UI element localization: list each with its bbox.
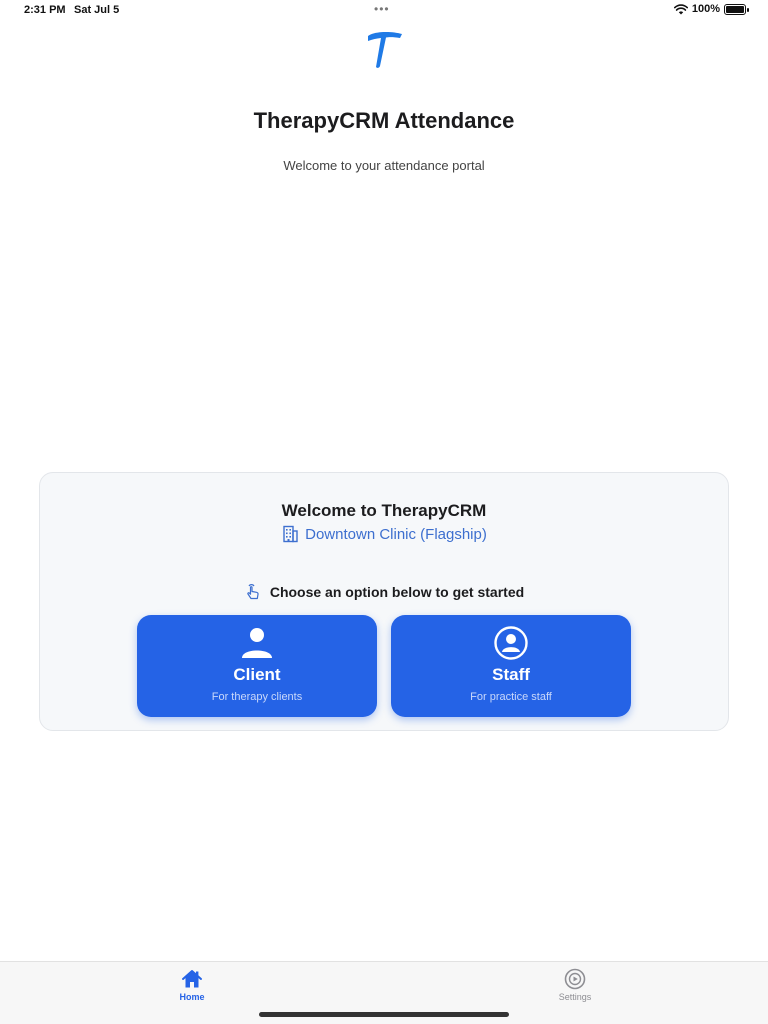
hand-tap-icon — [247, 584, 259, 600]
battery-percentage: 100% — [691, 3, 720, 15]
staff-button-label: Staff — [492, 665, 530, 684]
tab-home[interactable]: Home — [152, 968, 232, 1008]
client-button[interactable]: Client For therapy clients — [137, 615, 377, 717]
tab-settings[interactable]: Settings — [535, 968, 615, 1008]
staff-button[interactable]: Staff For practice staff — [391, 615, 631, 717]
client-button-subtitle: For therapy clients — [211, 691, 303, 703]
prompt-row: Choose an option below to get started — [40, 583, 728, 601]
tab-home-label: Home — [179, 992, 205, 1002]
client-button-label: Client — [233, 665, 281, 684]
home-indicator[interactable] — [259, 1012, 509, 1017]
attendance-screen: 2:31 PM Sat Jul 5 ••• 100% TherapyCRM At… — [0, 0, 768, 1024]
clinic-name: Downtown Clinic (Flagship) — [305, 525, 487, 543]
status-bar: 2:31 PM Sat Jul 5 ••• 100% — [0, 0, 768, 22]
tab-settings-label: Settings — [558, 992, 592, 1002]
staff-button-subtitle: For practice staff — [470, 691, 552, 703]
status-indicators: 100% — [673, 3, 749, 15]
card-title: Welcome to TherapyCRM — [281, 501, 487, 520]
prompt-text: Choose an option below to get started — [269, 584, 525, 600]
page-subtitle: Welcome to your attendance portal — [283, 158, 485, 173]
status-time: 2:31 PM — [24, 4, 66, 16]
clinic-row: Downtown Clinic (Flagship) — [40, 525, 728, 543]
page-title: TherapyCRM Attendance — [253, 108, 515, 133]
welcome-card: Welcome to TherapyCRM Downtown Clinic (F… — [39, 472, 729, 731]
multitasking-dots-icon[interactable]: ••• — [374, 2, 390, 16]
person-icon — [242, 628, 272, 658]
settings-play-icon — [564, 968, 586, 990]
building-icon — [283, 525, 298, 543]
wifi-icon — [673, 3, 688, 14]
battery-icon — [724, 3, 749, 15]
person-circle-icon — [494, 626, 528, 660]
house-icon — [182, 970, 202, 988]
therapycrm-t-logo-icon — [368, 31, 402, 68]
status-date: Sat Jul 5 — [74, 4, 120, 16]
